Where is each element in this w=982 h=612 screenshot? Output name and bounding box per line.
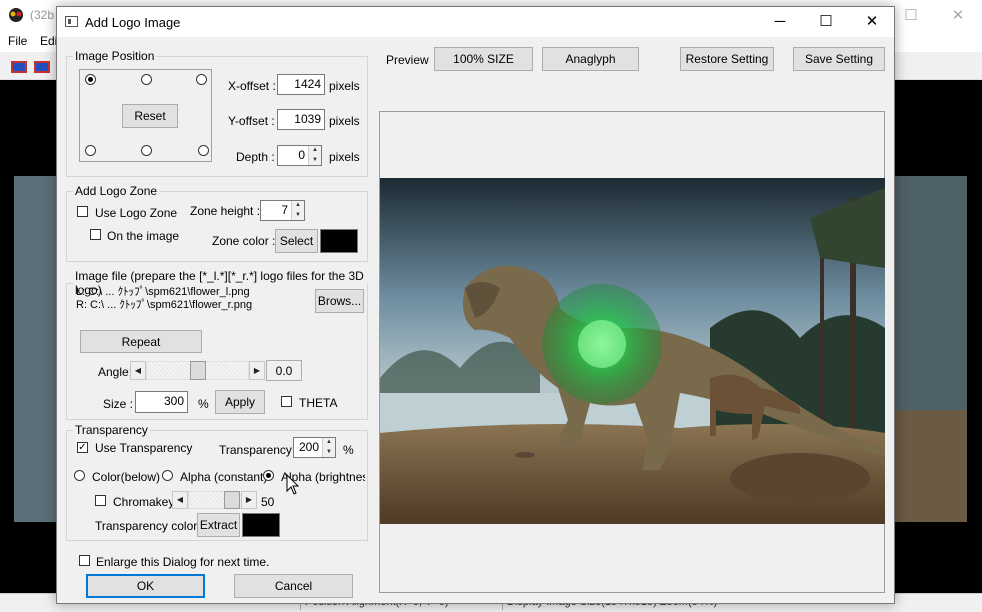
angle-slider-thumb[interactable] — [190, 361, 206, 380]
zone-height-spinner[interactable]: ▲ ▼ — [291, 201, 304, 220]
zone-color-label: Zone color : — [212, 234, 276, 248]
chromakey-checkbox[interactable] — [95, 495, 106, 506]
theta-label: THETA — [299, 396, 338, 410]
reset-button[interactable]: Reset — [122, 104, 178, 128]
size-label: Size : — [103, 397, 134, 411]
use-transparency-checkbox[interactable]: ✓ — [77, 442, 88, 453]
y-offset-label: Y-offset : — [228, 114, 275, 128]
zone-color-select-button[interactable]: Select — [275, 229, 318, 253]
transparency-label: Transparency : — [219, 443, 299, 457]
x-offset-label: X-offset : — [228, 79, 276, 93]
transparency-spinner[interactable]: ▲ ▼ — [322, 438, 335, 457]
dialog-app-icon — [65, 16, 78, 27]
apply-button[interactable]: Apply — [215, 390, 265, 414]
dialog-title: Add Logo Image — [85, 15, 181, 30]
position-top-left-radio[interactable] — [85, 74, 96, 85]
restore-setting-button[interactable]: Restore Setting — [680, 47, 774, 71]
use-transparency-label: Use Transparency — [95, 441, 193, 455]
chromakey-slider-thumb[interactable] — [224, 491, 240, 509]
menu-file[interactable]: File — [8, 34, 27, 48]
transparency-unit: % — [343, 443, 354, 457]
browse-button[interactable]: Brows... — [315, 289, 364, 313]
x-offset-unit: pixels — [329, 79, 360, 93]
depth-spinner[interactable]: ▲ ▼ — [308, 146, 321, 165]
mode-color-below-label: Color(below) — [92, 470, 161, 484]
background-maximize-icon[interactable]: ☐ — [896, 6, 926, 26]
transparency-color-swatch[interactable] — [242, 513, 280, 537]
right-image-path: R: C:\ ... ｸﾄｯﾌﾟ\spm621\flower_r.png — [76, 299, 253, 311]
background-close-icon[interactable]: ✕ — [943, 6, 973, 26]
enlarge-dialog-label: Enlarge this Dialog for next time. — [96, 555, 270, 569]
full-size-button[interactable]: 100% SIZE — [434, 47, 533, 71]
angle-slider-left-icon[interactable]: ◀ — [130, 361, 146, 380]
cancel-button[interactable]: Cancel — [234, 574, 353, 598]
use-logo-zone-label: Use Logo Zone — [95, 206, 178, 220]
size-input[interactable]: 300 — [135, 391, 188, 413]
mode-alpha-constant-label: Alpha (constant) — [180, 470, 268, 484]
mode-color-below-radio[interactable] — [74, 470, 85, 481]
zone-color-swatch[interactable] — [320, 229, 358, 253]
chromakey-slider-right-icon[interactable]: ▶ — [241, 491, 257, 509]
chromakey-label: Chromakey — [113, 495, 175, 509]
zone-height-label: Zone height : — [190, 204, 261, 218]
angle-label: Angle: — [98, 365, 133, 379]
enlarge-dialog-checkbox[interactable] — [79, 555, 90, 566]
add-logo-dialog: Add Logo Image ─ ☐ ✕ Image Position Rese… — [56, 6, 895, 604]
use-logo-zone-checkbox[interactable] — [77, 206, 88, 217]
position-bottom-center-radio[interactable] — [141, 145, 152, 156]
angle-slider-right-icon[interactable]: ▶ — [249, 361, 265, 380]
preview-label: Preview — [386, 53, 429, 67]
save-setting-button[interactable]: Save Setting — [793, 47, 885, 71]
save-image-icon[interactable] — [33, 58, 51, 75]
repeat-button[interactable]: Repeat — [80, 330, 202, 353]
on-the-image-checkbox[interactable] — [90, 229, 101, 240]
position-bottom-left-radio[interactable] — [85, 145, 96, 156]
chromakey-value: 50 — [261, 495, 275, 509]
maximize-icon[interactable]: ☐ — [803, 7, 849, 37]
on-the-image-label: On the image — [107, 229, 180, 243]
y-offset-input[interactable]: 1039 — [277, 109, 325, 130]
mouse-cursor-icon — [286, 474, 300, 495]
mode-alpha-brightness-radio[interactable] — [263, 470, 274, 481]
position-bottom-right-radio[interactable] — [198, 145, 209, 156]
open-image-icon[interactable] — [10, 58, 28, 75]
y-offset-unit: pixels — [329, 114, 360, 128]
anaglyph-button[interactable]: Anaglyph — [542, 47, 639, 71]
close-icon[interactable]: ✕ — [849, 7, 895, 37]
minimize-icon[interactable]: ─ — [757, 7, 803, 37]
position-top-right-radio[interactable] — [196, 74, 207, 85]
angle-value[interactable]: 0.0 — [266, 360, 302, 381]
dinosaur-preview-photo — [380, 178, 885, 524]
chromakey-slider-left-icon[interactable]: ◀ — [172, 491, 188, 509]
logo-zone-legend: Add Logo Zone — [75, 184, 158, 198]
position-top-center-radio[interactable] — [141, 74, 152, 85]
size-unit: % — [198, 397, 209, 411]
theta-checkbox[interactable] — [281, 396, 292, 407]
transparency-color-label: Transparency color : — [95, 519, 204, 533]
extract-button[interactable]: Extract — [197, 513, 240, 537]
ok-button[interactable]: OK — [86, 574, 205, 598]
mode-alpha-constant-radio[interactable] — [162, 470, 173, 481]
preview-image — [380, 178, 885, 524]
x-offset-input[interactable]: 1424 — [277, 74, 325, 95]
depth-unit: pixels — [329, 150, 360, 164]
image-position-legend: Image Position — [75, 49, 155, 63]
depth-label: Depth : — [236, 150, 275, 164]
transparency-legend: Transparency — [75, 423, 148, 437]
app-logo-icon — [9, 8, 23, 22]
menu-edit[interactable]: Edi — [40, 34, 57, 48]
background-title: (32b — [30, 8, 55, 22]
